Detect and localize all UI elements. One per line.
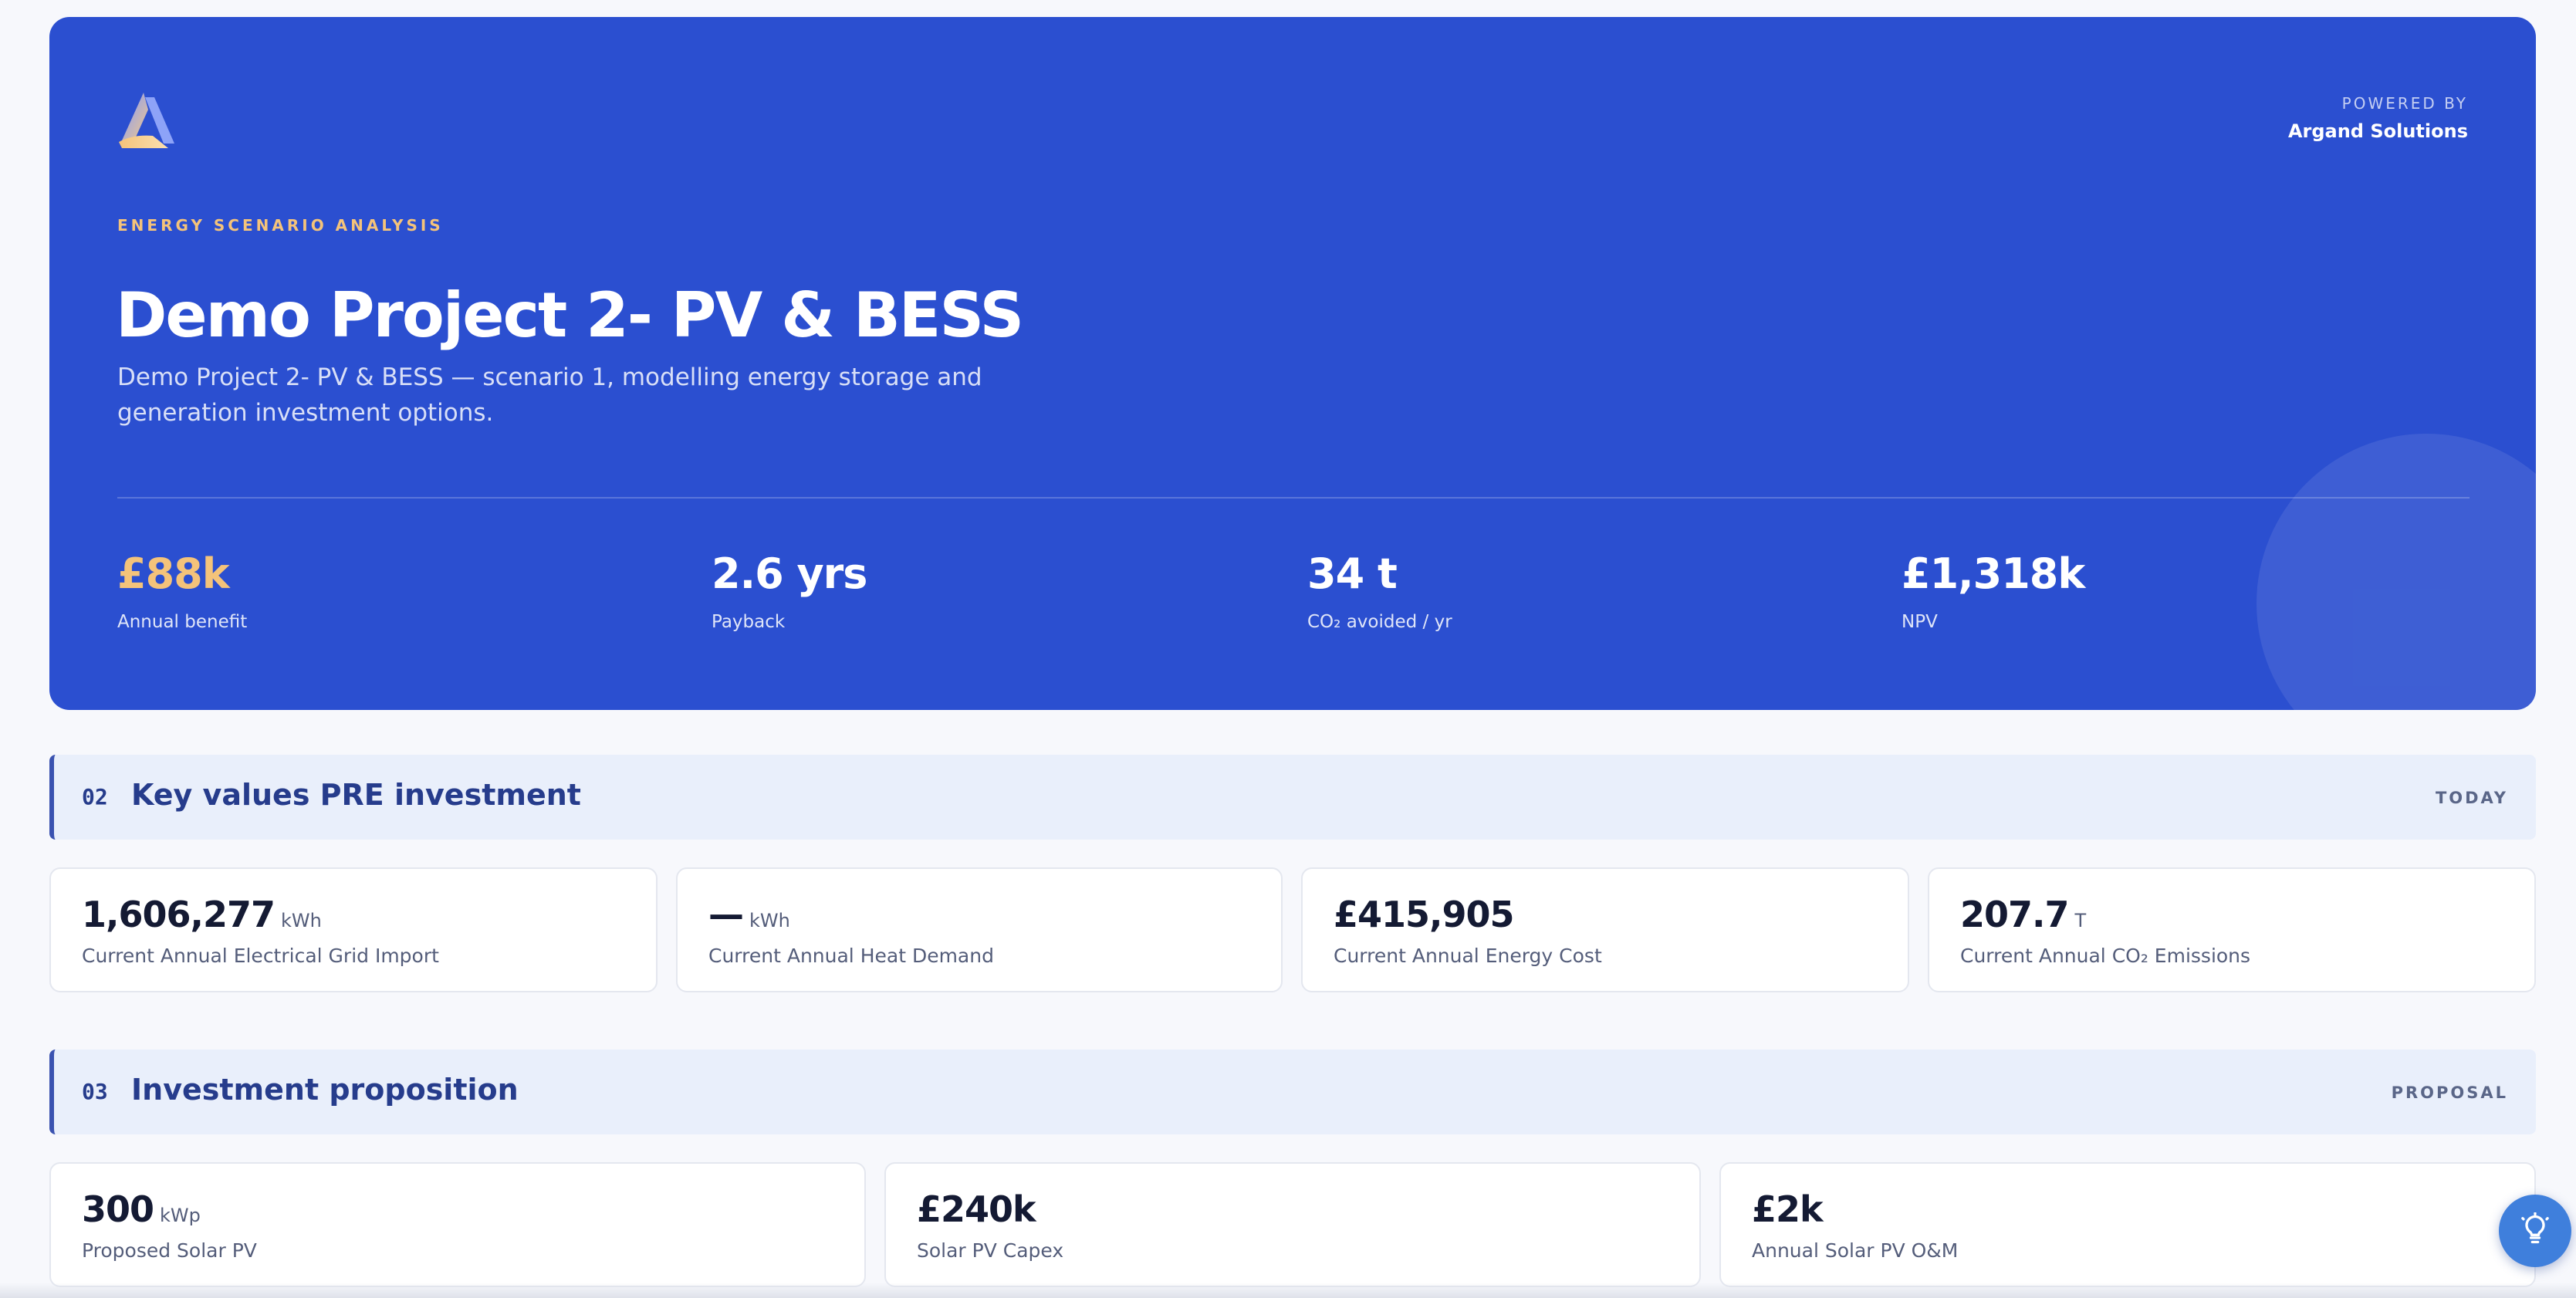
powered-by: POWERED BY Argand Solutions — [2288, 94, 2468, 142]
section-header-investment-proposition: 03 Investment proposition PROPOSAL — [49, 1050, 2536, 1134]
section-tag: TODAY — [2435, 789, 2508, 807]
stat-label: CO₂ avoided / yr — [1307, 612, 1452, 632]
card-value-row: 300 kWp — [82, 1188, 201, 1230]
hero-banner: POWERED BY Argand Solutions ENERGY SCENA… — [49, 17, 2536, 710]
stat-value: £1,318k — [1902, 549, 2085, 598]
stat-payback: 2.6 yrs Payback — [712, 549, 1252, 632]
kpi-card-proposed-solar-pv: 300 kWp Proposed Solar PV — [49, 1162, 866, 1287]
page-title: Demo Project 2- PV & BESS — [116, 279, 1024, 351]
stat-npv: £1,318k NPV — [1902, 549, 2442, 632]
section-header-pre-investment: 02 Key values PRE investment TODAY — [49, 755, 2536, 840]
card-value: 1,606,277 — [82, 894, 276, 935]
card-label: Current Annual Heat Demand — [708, 945, 994, 967]
stat-label: Payback — [712, 612, 786, 632]
section-title: Investment proposition — [131, 1073, 519, 1107]
section-tag: PROPOSAL — [2391, 1083, 2508, 1102]
lightbulb-icon — [2518, 1212, 2552, 1249]
section-title: Key values PRE investment — [131, 778, 581, 812]
card-unit: kWh — [281, 910, 322, 931]
kpi-card-solar-pv-om: £2k Annual Solar PV O&M — [1719, 1162, 2536, 1287]
card-value: £2k — [1752, 1188, 1824, 1230]
kpi-card-solar-pv-capex: £240k Solar PV Capex — [884, 1162, 1701, 1287]
stat-annual-benefit: £88k Annual benefit — [117, 549, 658, 632]
card-unit: kWp — [160, 1205, 201, 1226]
card-label: Annual Solar PV O&M — [1752, 1239, 1959, 1262]
insights-button[interactable] — [2499, 1195, 2571, 1267]
card-value-row: 207.7 T — [1960, 894, 2086, 935]
kpi-card-co2-emissions: 207.7 T Current Annual CO₂ Emissions — [1928, 867, 2536, 992]
kpi-card-grid-import: 1,606,277 kWh Current Annual Electrical G… — [49, 867, 658, 992]
kpi-card-heat-demand: — kWh Current Annual Heat Demand — [676, 867, 1283, 992]
hero-divider — [117, 497, 2470, 499]
card-value: £415,905 — [1334, 894, 1515, 935]
stat-label: Annual benefit — [117, 612, 248, 632]
card-unit: kWh — [749, 910, 790, 931]
card-unit: T — [2074, 910, 2087, 931]
eyebrow-label: ENERGY SCENARIO ANALYSIS — [117, 216, 444, 235]
card-value-row: £415,905 — [1334, 894, 1520, 935]
powered-by-name: Argand Solutions — [2287, 120, 2468, 142]
stat-value: 34 t — [1307, 549, 1398, 598]
card-label: Proposed Solar PV — [82, 1239, 257, 1262]
card-value-row: — kWh — [708, 894, 790, 935]
card-value: 207.7 — [1960, 894, 2070, 935]
card-label: Current Annual CO₂ Emissions — [1960, 945, 2251, 967]
card-value: — — [708, 894, 744, 935]
kpi-card-energy-cost: £415,905 Current Annual Energy Cost — [1301, 867, 1909, 992]
argand-logo-icon — [114, 88, 179, 153]
card-label: Current Annual Electrical Grid Import — [82, 945, 439, 967]
stat-co2-avoided: 34 t CO₂ avoided / yr — [1307, 549, 1847, 632]
page-subtitle: Demo Project 2- PV & BESS — scenario 1, … — [117, 363, 982, 427]
card-value-row: £240k — [917, 1188, 1042, 1230]
card-label: Solar PV Capex — [917, 1239, 1064, 1262]
stat-label: NPV — [1902, 612, 1938, 632]
section-number: 03 — [82, 1079, 108, 1104]
card-value: £240k — [917, 1188, 1036, 1230]
card-value-row: £2k — [1752, 1188, 1829, 1230]
card-value: 300 — [82, 1188, 154, 1230]
stat-value: 2.6 yrs — [712, 549, 867, 598]
powered-by-label: POWERED BY — [2341, 94, 2468, 113]
section-number: 02 — [82, 784, 108, 810]
card-value-row: 1,606,277 kWh — [82, 894, 322, 935]
scroll-fade — [0, 1283, 2576, 1298]
stat-value: £88k — [117, 549, 230, 598]
card-label: Current Annual Energy Cost — [1334, 945, 1602, 967]
